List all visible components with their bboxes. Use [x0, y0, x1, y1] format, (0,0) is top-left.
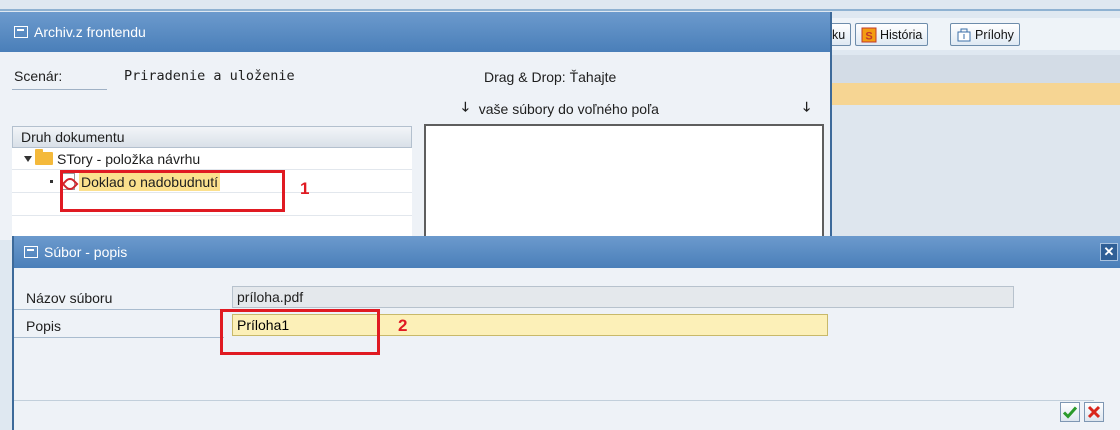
background-top-border — [0, 9, 1120, 11]
window-icon — [24, 246, 38, 258]
background-content-area — [826, 105, 1120, 240]
scenar-value: Priradenie a uloženie — [124, 68, 295, 84]
tree-column-header[interactable]: Druh dokumentu — [12, 126, 412, 148]
prilohy-button-label: Prílohy — [975, 27, 1014, 42]
nazov-suboru-label: Názov súboru — [26, 290, 113, 306]
nazov-suboru-value: príloha.pdf — [237, 289, 304, 305]
background-highlight-bar — [826, 83, 1120, 105]
historia-button[interactable]: S História — [855, 23, 929, 46]
subor-dialog-title: Súbor - popis — [44, 244, 128, 260]
popis-label: Popis — [26, 318, 62, 334]
window-icon — [14, 26, 28, 38]
tree-folder-label: STory - položka návrhu — [57, 150, 201, 167]
drag-drop-hint-line1: Drag & Drop: Ťahajte — [484, 69, 617, 85]
prilohy-button[interactable]: Prílohy — [950, 23, 1020, 46]
drag-drop-hint-text: vaše súbory do voľného poľa — [478, 101, 659, 117]
attachment-icon — [956, 27, 972, 43]
archiv-dialog-titlebar[interactable]: Archiv.z frontendu — [0, 12, 830, 52]
footer-separator — [14, 400, 1094, 401]
svg-text:S: S — [865, 30, 872, 42]
annotation-number-1: 1 — [300, 179, 310, 198]
label-underline — [14, 337, 224, 338]
subor-dialog: Súbor - popis ✕ Názov súboru príloha.pdf… — [12, 236, 1120, 430]
folder-icon — [35, 149, 53, 165]
cancel-x-icon — [1087, 405, 1101, 419]
expand-caret-icon[interactable] — [24, 155, 32, 162]
label-underline — [14, 309, 224, 310]
close-icon[interactable]: ✕ — [1100, 243, 1118, 261]
nazov-suboru-field[interactable]: príloha.pdf — [232, 286, 1014, 308]
cancel-button[interactable] — [1084, 402, 1104, 422]
annotation-box-1 — [60, 170, 285, 212]
background-header-strip — [826, 55, 1120, 83]
popis-row: Popis — [14, 314, 1120, 338]
annotation-number-2: 2 — [398, 316, 408, 335]
tree-bullet — [50, 180, 53, 183]
annotation-box-2 — [220, 309, 380, 355]
arrow-down-icon: 🡓 — [462, 99, 469, 114]
tree-folder-row[interactable]: STory - položka návrhu — [12, 148, 412, 170]
checkmark-icon — [1062, 406, 1078, 419]
tree-column-header-label: Druh dokumentu — [21, 129, 125, 145]
partial-toolbar-button-label: ku — [832, 27, 846, 42]
scenar-label-underline — [12, 89, 107, 90]
archiv-dialog-title: Archiv.z frontendu — [34, 24, 146, 40]
history-icon: S — [861, 27, 877, 43]
arrow-down-icon: 🡓 — [803, 99, 810, 114]
drop-area[interactable] — [424, 124, 824, 240]
subor-dialog-titlebar[interactable]: Súbor - popis ✕ — [14, 236, 1120, 268]
background-toolbar: ku S História Prílohy — [826, 18, 1120, 50]
drag-drop-hint-line2: 🡓 vaše súbory do voľného poľa 🡓 — [462, 98, 810, 120]
scenar-label: Scenár: — [14, 68, 63, 84]
historia-button-label: História — [880, 27, 923, 42]
confirm-button[interactable] — [1060, 402, 1080, 422]
nazov-suboru-row: Názov súboru príloha.pdf — [14, 286, 1120, 310]
